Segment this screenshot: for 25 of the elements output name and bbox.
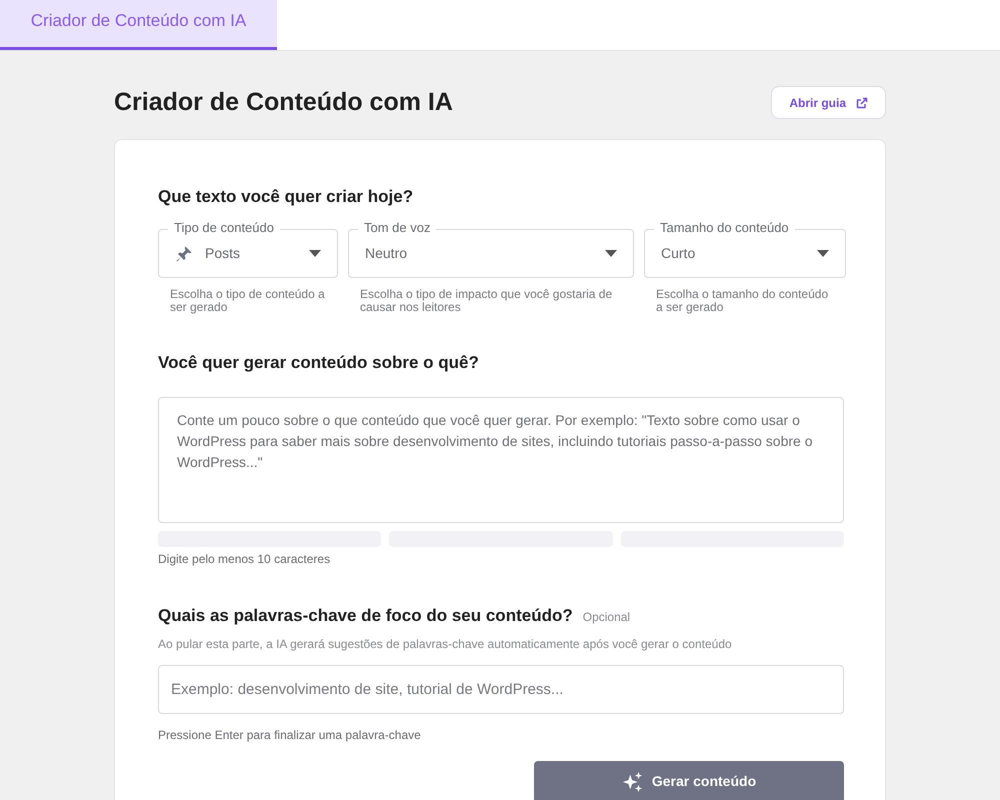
section-heading: Você quer gerar conteúdo sobre o quê? [158, 352, 480, 372]
section-description: Ao pular esta parte, a IA gerará sugestões de palavras-chave automaticamente após você gerar o conteúdo [158, 636, 733, 652]
select-value: Curto [661, 244, 696, 263]
select-value: Neutro [365, 244, 408, 263]
pin-icon [175, 244, 193, 262]
caret-icon [605, 250, 617, 257]
caret-icon [817, 250, 829, 257]
guide-button[interactable]: Abrir guia [771, 86, 886, 119]
helper-text: Escolha o tipo de conteúdo a ser gerado [169, 288, 326, 314]
select-label: Tipo de conteúdo [168, 220, 280, 236]
helper-text: Digite pelo menos 10 caracteres [158, 551, 332, 568]
section-heading: Que texto você quer criar hoje? [158, 186, 414, 206]
select-value: Posts [205, 244, 242, 263]
caret-icon [309, 250, 321, 257]
helper-text: Escolha o tipo de impacto que você gostaria de causar nos leitores [359, 288, 614, 314]
keywords-input[interactable]: Exemplo: desenvolvimento de site, tutorial de WordPress... [158, 664, 844, 714]
section-heading: Quais as palavras-chave de foco do seu conteúdo? [158, 605, 573, 627]
topic-textarea[interactable]: Conte um pouco sobre o que conteúdo que você quer gerar. Por exemplo: "Texto sobre como usar o WordPress para saber mais sobre desenvolvimento de sites, incluindo tutoriais passo-a-passo sobre o WordPress..." [158, 397, 844, 523]
tab[interactable]: Criador de Conteúdo com IA [0, 0, 277, 50]
helper-text: Escolha o tamanho do conteúdo a ser gerado [655, 288, 830, 314]
external-link-icon [856, 96, 868, 108]
helper-text: Pressione Enter para finalizar uma palavra-chave [158, 726, 422, 744]
sparkles-icon [622, 770, 644, 792]
page-title: Criador de Conteúdo com IA [114, 86, 453, 118]
optional-label: Opcional [582, 609, 630, 626]
